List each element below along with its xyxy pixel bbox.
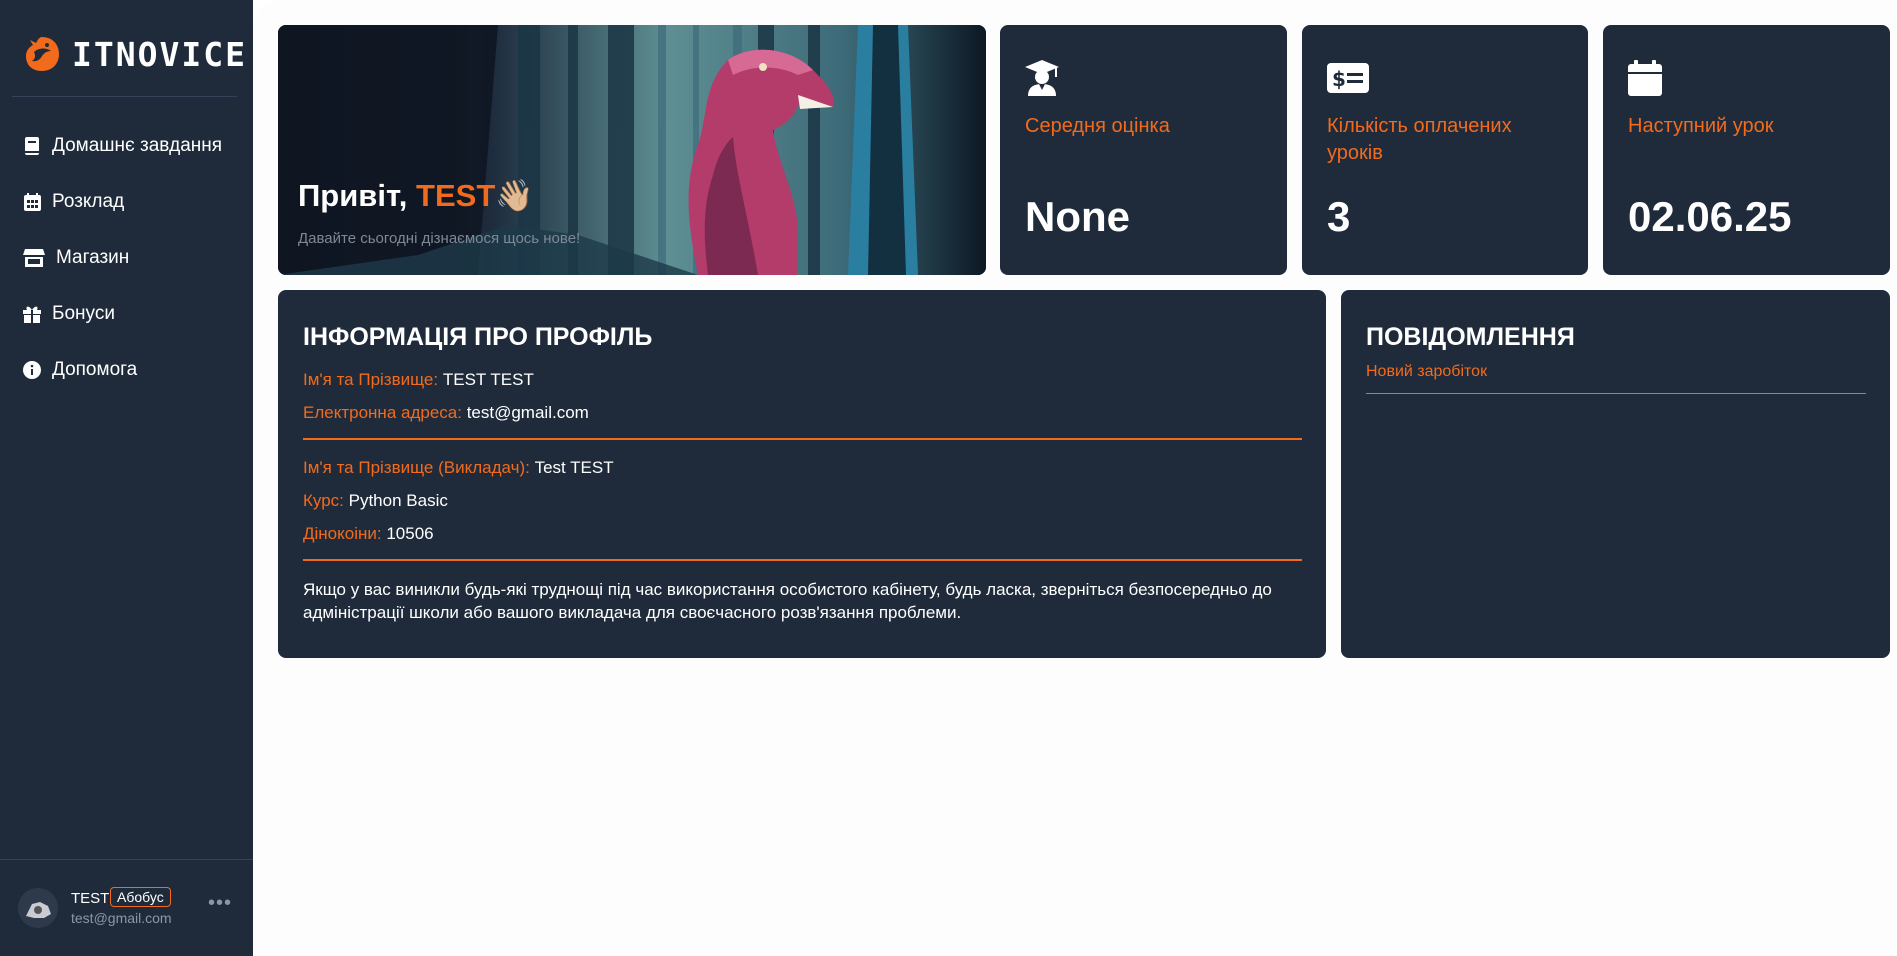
greeting-name: TEST (416, 178, 496, 213)
stat-value: None (1025, 193, 1130, 240)
stat-value: 3 (1327, 193, 1351, 240)
user-name: TEST (71, 890, 110, 907)
stat-card-next-lesson: Наступний урок 02.06.25 (1603, 25, 1890, 275)
stat-label: Середня оцінка (1025, 115, 1170, 137)
profile-name-row: Ім'я та Прізвище: TEST TEST (303, 370, 534, 389)
user-role-badge: Абобус (110, 887, 171, 907)
waving-hand-emoji: 👋🏼 (495, 178, 534, 213)
brand-name: ITNOVICE (72, 34, 247, 74)
sidebar-item-label: Бонуси (52, 303, 115, 324)
profile-info-card: ІНФОРМАЦІЯ ПРО ПРОФІЛЬ Ім'я та Прізвище:… (278, 290, 1326, 658)
stat-card-paid-lessons: $ Кількість оплачених уроків 3 (1302, 25, 1588, 275)
sidebar-item-label: Допомога (52, 359, 138, 380)
profile-email-row: Електронна адреса: test@gmail.com (303, 403, 589, 422)
more-options-button[interactable]: ••• (208, 892, 232, 915)
sidebar-nav: Домашнє завдання Розклад Магазин Бонуси … (22, 118, 242, 398)
divider (303, 559, 1302, 561)
sidebar-item-schedule[interactable]: Розклад (22, 174, 242, 230)
stat-label: Наступний урок (1628, 115, 1774, 137)
book-icon (22, 136, 42, 156)
notification-item[interactable]: Новий заробіток (1366, 363, 1487, 381)
support-note: Якщо у вас виникли будь-які труднощі під… (303, 580, 1272, 622)
stat-card-average-grade: Середня оцінка None (1000, 25, 1287, 275)
dino-logo-icon (26, 37, 59, 71)
divider (303, 438, 1302, 440)
sidebar-item-label: Домашнє завдання (52, 135, 223, 156)
sidebar-item-homework[interactable]: Домашнє завдання (22, 118, 242, 174)
info-icon (22, 360, 42, 380)
card-title: ІНФОРМАЦІЯ ПРО ПРОФІЛЬ (303, 323, 653, 351)
divider (12, 96, 237, 97)
brand[interactable]: ITNOVICE (22, 30, 247, 78)
divider (1366, 393, 1866, 394)
welcome-banner: Привіт, TEST👋🏼 Давайте сьогодні дізнаємо… (278, 25, 986, 275)
money-bill-icon: $ (1327, 63, 1369, 93)
sidebar-item-label: Розклад (52, 191, 125, 212)
sidebar-item-help[interactable]: Допомога (22, 342, 242, 398)
profile-coins-row: Дінокоіни: 10506 (303, 524, 434, 543)
profile-teacher-row: Ім'я та Прізвище (Викладач): Test TEST (303, 458, 614, 477)
user-email: test@gmail.com (71, 910, 172, 926)
card-title: ПОВІДОМЛЕННЯ (1366, 323, 1575, 351)
sidebar-item-bonuses[interactable]: Бонуси (22, 286, 242, 342)
calendar-grid-icon (22, 192, 42, 212)
gift-icon (22, 304, 42, 324)
store-icon (22, 248, 46, 268)
greeting-subtitle: Давайте сьогодні дізнаємося щось нове! (298, 230, 581, 247)
notifications-card: ПОВІДОМЛЕННЯ Новий заробіток (1341, 290, 1890, 658)
sidebar: ITNOVICE Домашнє завдання Розклад Магази… (0, 0, 253, 956)
svg-text:$: $ (1332, 67, 1346, 91)
sidebar-item-label: Магазин (56, 247, 130, 268)
greeting-title: Привіт, TEST👋🏼 (298, 178, 534, 213)
stat-label: Кількість оплачених уроків (1327, 115, 1512, 164)
profile-course-row: Курс: Python Basic (303, 491, 448, 510)
divider (0, 859, 253, 860)
calendar-icon (1628, 60, 1662, 96)
avatar (18, 888, 58, 928)
sidebar-item-shop[interactable]: Магазин (22, 230, 242, 286)
user-profile[interactable]: TEST Абобус test@gmail.com ••• (18, 886, 240, 936)
stat-value: 02.06.25 (1628, 193, 1792, 240)
graduation-cap-icon (1025, 60, 1059, 96)
